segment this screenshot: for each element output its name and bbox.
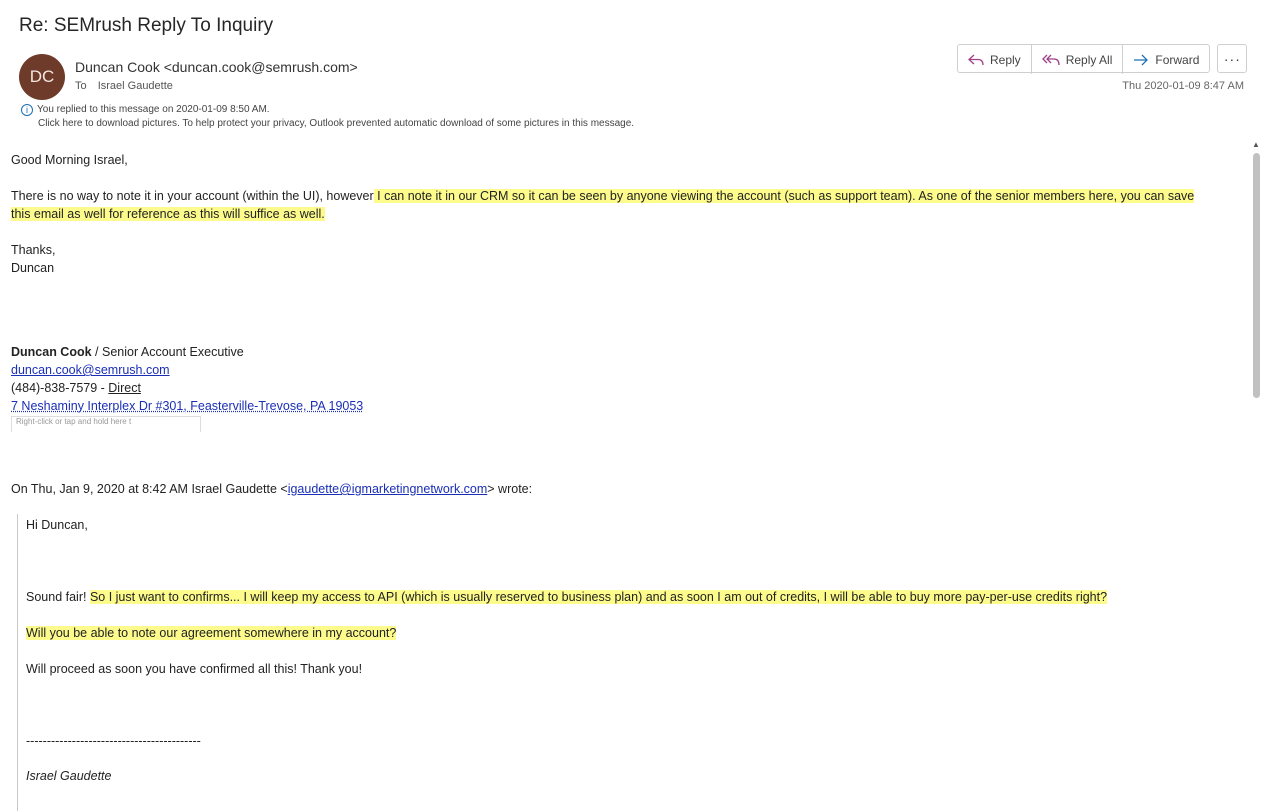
reply-all-button[interactable]: Reply All <box>1032 45 1124 74</box>
quoted-signature: Israel Gaudette <box>26 769 112 783</box>
more-actions-button[interactable]: ··· <box>1217 44 1248 73</box>
to-label: To <box>75 80 87 92</box>
signature-direct-link[interactable]: Direct <box>108 381 141 395</box>
avatar-initials: DC <box>29 67 55 86</box>
info-bar: i You replied to this message on 2020-01… <box>21 103 634 131</box>
body-thanks: Thanks, <box>11 243 56 257</box>
reply-button[interactable]: Reply <box>958 45 1032 74</box>
replied-notice: You replied to this message on 2020-01-0… <box>37 104 270 115</box>
message-date: Thu 2020-01-09 8:47 AM <box>1122 80 1244 92</box>
highlighted-text: Will you be able to note our agreement s… <box>26 626 397 640</box>
body-name: Duncan <box>11 261 55 275</box>
reply-icon <box>968 54 984 65</box>
body-paragraph-line1: There is no way to note it in your accou… <box>11 189 1195 203</box>
signature-address-line: 7 Neshaminy Interplex Dr #301, Feastervi… <box>11 399 363 413</box>
info-icon: i <box>21 104 33 116</box>
quoted-header: On Thu, Jan 9, 2020 at 8:42 AM Israel Ga… <box>11 482 532 496</box>
download-pictures-link[interactable]: Click here to download pictures. To help… <box>21 117 634 131</box>
signature-name: Duncan Cook <box>11 345 92 359</box>
signature-title: / Senior Account Executive <box>91 345 244 359</box>
quoted-header-post: > wrote: <box>487 482 533 496</box>
blocked-image-placeholder[interactable]: Right-click or tap and hold here t <box>11 416 201 432</box>
scroll-up-arrow-icon[interactable]: ▲ <box>1252 140 1260 149</box>
body-paragraph-line2: this email as well for reference as this… <box>11 207 325 221</box>
body-text: There is no way to note it in your accou… <box>11 189 374 203</box>
signature-email-line: duncan.cook@semrush.com <box>11 363 170 377</box>
reply-label: Reply <box>990 52 1021 67</box>
reply-button-group: Reply Reply All Forward <box>957 44 1211 74</box>
recipient-name[interactable]: Israel Gaudette <box>98 80 173 92</box>
email-subject: Re: SEMrush Reply To Inquiry <box>19 15 274 36</box>
recipient-line: To Israel Gaudette <box>75 80 173 92</box>
quoted-line1: Sound fair! So I just want to confirms..… <box>26 590 1108 604</box>
signature-email-link[interactable]: duncan.cook@semrush.com <box>11 363 170 377</box>
quoted-greeting: Hi Duncan, <box>26 518 88 532</box>
quoted-message: Hi Duncan, Sound fair! So I just want to… <box>17 514 1243 811</box>
quoted-line2: Will you be able to note our agreement s… <box>26 626 397 640</box>
forward-label: Forward <box>1155 52 1200 67</box>
signature-address-link[interactable]: 7 Neshaminy Interplex Dr #301, Feastervi… <box>11 399 363 413</box>
signature-name-line: Duncan Cook / Senior Account Executive <box>11 345 244 359</box>
scrollbar-thumb[interactable] <box>1253 153 1260 398</box>
reply-all-label: Reply All <box>1065 52 1113 67</box>
highlighted-text: I can note it in our CRM so it can be se… <box>373 189 1195 203</box>
reply-all-icon <box>1041 54 1060 65</box>
avatar[interactable]: DC <box>19 54 65 100</box>
message-actions: Reply Reply All Forward ··· <box>957 44 1248 74</box>
quoted-email-link[interactable]: igaudette@igmarketingnetwork.com <box>288 482 488 496</box>
quoted-header-pre: On Thu, Jan 9, 2020 at 8:42 AM Israel Ga… <box>11 482 288 496</box>
signature-phone-line: (484)-838-7579 - Direct <box>11 381 141 395</box>
quoted-line3: Will proceed as soon you have confirmed … <box>26 662 363 676</box>
quoted-text: Sound fair! <box>26 590 90 604</box>
body-greeting: Good Morning Israel, <box>11 153 128 167</box>
forward-button[interactable]: Forward <box>1123 45 1209 74</box>
forward-icon <box>1134 54 1149 65</box>
highlighted-text: this email as well for reference as this… <box>11 207 325 221</box>
sender-address[interactable]: Duncan Cook <duncan.cook@semrush.com> <box>75 59 358 75</box>
signature-phone: (484)-838-7579 - <box>11 381 109 395</box>
quoted-divider: ----------------------------------------… <box>26 734 201 748</box>
highlighted-text: So I just want to confirms... I will kee… <box>89 590 1108 604</box>
